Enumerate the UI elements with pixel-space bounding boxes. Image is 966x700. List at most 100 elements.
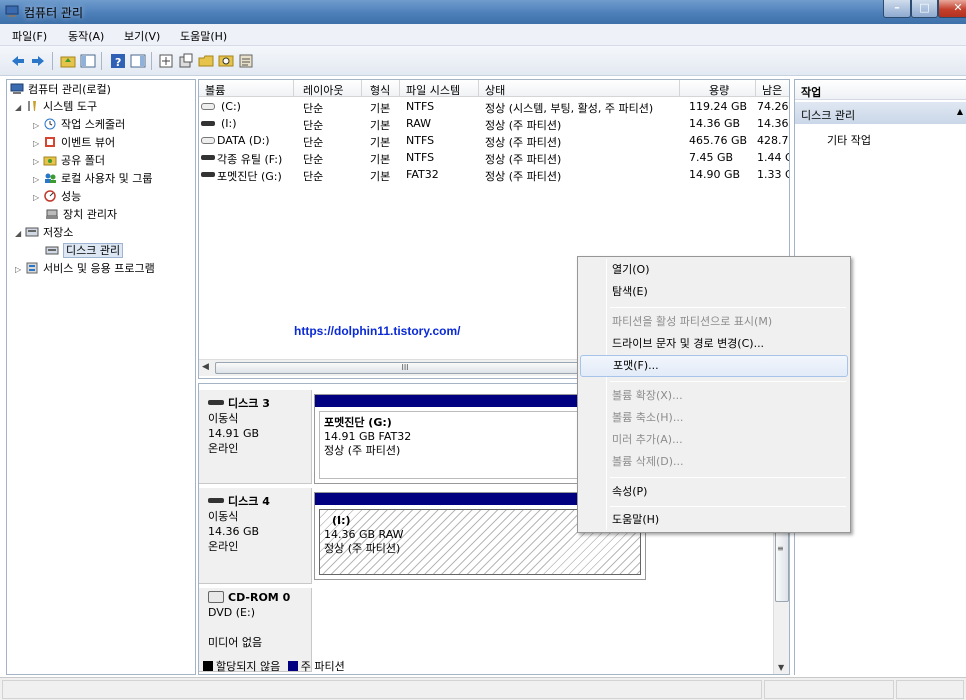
menu-item-extend-volume[interactable]: 볼륨 확장(X)... (580, 385, 848, 407)
cell-type: 기본 (370, 170, 391, 183)
disk-4-label[interactable]: 디스크 4 이동식 14.36 GB 온라인 (199, 488, 312, 584)
close-button[interactable]: ✕ (938, 0, 966, 18)
legend-unallocated-swatch (203, 661, 213, 671)
title-bar: 컴퓨터 관리 – □ ✕ (0, 0, 966, 24)
device-manager-icon (46, 209, 58, 219)
show-hide-action-icon[interactable] (130, 53, 146, 69)
menu-item-help[interactable]: 도움말(H) (580, 509, 848, 531)
legend-primary-label: 주 파티션 (300, 660, 345, 673)
tree-item-storage[interactable]: ◢ 저장소 (15, 224, 73, 241)
column-header-volume[interactable]: 볼륨 (205, 82, 225, 98)
export-icon[interactable] (178, 53, 194, 69)
tree-item-task-scheduler[interactable]: ▷ 작업 스케줄러 (33, 116, 125, 133)
column-header-type[interactable]: 형식 (370, 82, 390, 98)
disk-status: 온라인 (208, 442, 239, 455)
shared-folder-icon (43, 156, 57, 166)
forward-arrow-icon[interactable] (30, 53, 46, 69)
disk-size: 14.36 GB (208, 525, 260, 538)
collapsed-arrow-icon[interactable]: ▷ (33, 189, 43, 206)
collapsed-arrow-icon[interactable]: ▷ (33, 117, 43, 134)
cell-status: 정상 (시스템, 부팅, 활성, 주 파티션) (485, 102, 654, 115)
column-header-free[interactable]: 남은 (762, 82, 782, 98)
users-icon (45, 173, 56, 183)
collapsed-arrow-icon[interactable]: ▷ (33, 135, 43, 152)
status-segment (896, 680, 964, 699)
action-more-actions[interactable]: 기타 작업 (827, 132, 871, 148)
disk-size: 14.91 GB (208, 427, 260, 440)
column-header-capacity[interactable]: 용량 (709, 82, 729, 98)
disk-type: 이동식 (208, 510, 239, 523)
column-header-layout[interactable]: 레이아웃 (303, 82, 343, 98)
tree-item-event-viewer[interactable]: ▷ 이벤트 뷰어 (33, 134, 115, 151)
action-pane-header: 작업 (795, 80, 966, 100)
cell-volume: DATA (D:) (217, 134, 270, 147)
legend-unallocated-label: 할당되지 않음 (216, 660, 281, 673)
menu-item-format[interactable]: 포맷(F)... (580, 355, 848, 377)
removable-disk-icon (208, 400, 224, 405)
volume-state: 정상 (주 파티션) (324, 542, 401, 555)
status-segment (2, 680, 762, 699)
table-row[interactable]: 각종 유틸 (F:) 단순 기본 NTFS 정상 (주 파티션) 7.45 GB… (199, 150, 789, 167)
cell-free: 1.33 G (757, 168, 790, 181)
disk-properties-icon[interactable] (158, 53, 174, 69)
cell-capacity: 465.76 GB (689, 134, 748, 147)
collapsed-arrow-icon[interactable]: ▷ (15, 261, 25, 278)
action-section-disk-management[interactable]: 디스크 관리 ▲ (795, 102, 966, 124)
up-folder-icon[interactable] (60, 53, 76, 69)
menu-item-explore[interactable]: 탐색(E) (580, 281, 848, 303)
menu-item-open[interactable]: 열기(O) (580, 259, 848, 281)
maximize-button[interactable]: □ (911, 0, 938, 18)
tree-item-local-users[interactable]: ▷ 로컬 사용자 및 그룹 (33, 170, 152, 187)
menu-view[interactable]: 보기(V) (124, 28, 160, 44)
back-arrow-icon[interactable] (10, 53, 26, 69)
open-folder-icon[interactable] (198, 53, 214, 69)
cell-file-system: NTFS (406, 151, 435, 164)
drive-icon (201, 103, 215, 110)
expanded-arrow-icon[interactable]: ◢ (15, 99, 25, 116)
disk-type: DVD (E:) (208, 606, 256, 619)
tree-item-disk-management[interactable]: 디스크 관리 (45, 242, 124, 259)
collapsed-arrow-icon[interactable]: ▷ (33, 171, 43, 188)
table-row[interactable]: (I:) 단순 기본 RAW 정상 (주 파티션) 14.36 GB 14.36 (199, 116, 789, 133)
search-icon[interactable] (218, 53, 234, 69)
cell-volume: (C:) (221, 100, 241, 113)
menu-item-delete-volume[interactable]: 볼륨 삭제(D)... (580, 451, 848, 473)
collapse-arrow-icon[interactable]: ▲ (957, 107, 963, 116)
cell-file-system: NTFS (406, 100, 435, 113)
cell-file-system: FAT32 (406, 168, 439, 181)
help-icon[interactable]: ? (110, 53, 126, 69)
column-header-status[interactable]: 상태 (485, 82, 505, 98)
drive-icon (201, 137, 215, 144)
menu-item-properties[interactable]: 속성(P) (580, 481, 848, 503)
tree-item-computer-management[interactable]: 컴퓨터 관리(로컬) (10, 81, 111, 98)
menu-item-add-mirror[interactable]: 미러 추가(A)... (580, 429, 848, 451)
watermark-url: https://dolphin11.tistory.com/ (294, 324, 461, 338)
table-row[interactable]: DATA (D:) 단순 기본 NTFS 정상 (주 파티션) 465.76 G… (199, 133, 789, 150)
scrollbar-thumb[interactable]: III (215, 362, 595, 374)
menu-item-change-drive-letter[interactable]: 드라이브 문자 및 경로 변경(C)... (580, 333, 848, 355)
collapsed-arrow-icon[interactable]: ▷ (33, 153, 43, 170)
menu-item-shrink-volume[interactable]: 볼륨 축소(H)... (580, 407, 848, 429)
tree-item-device-manager[interactable]: 장치 관리자 (45, 206, 117, 223)
column-header-file-system[interactable]: 파일 시스템 (406, 82, 460, 98)
table-row[interactable]: (C:) 단순 기본 NTFS 정상 (시스템, 부팅, 활성, 주 파티션) … (199, 99, 789, 116)
menu-help[interactable]: 도움말(H) (180, 28, 227, 44)
menu-item-mark-active[interactable]: 파티션을 활성 파티션으로 표시(M) (580, 311, 848, 333)
scroll-left-arrow-icon[interactable]: ◀ (202, 362, 209, 372)
event-viewer-icon (45, 137, 55, 147)
tree-item-shared-folders[interactable]: ▷ 공유 폴더 (33, 152, 105, 169)
table-row[interactable]: 포멧진단 (G:) 단순 기본 FAT32 정상 (주 파티션) 14.90 G… (199, 167, 790, 184)
disk-3-label[interactable]: 디스크 3 이동식 14.91 GB 온라인 (199, 390, 312, 484)
scroll-down-arrow-icon[interactable]: ▼ (778, 663, 784, 672)
settings-icon[interactable] (238, 53, 254, 69)
show-hide-tree-icon[interactable] (80, 53, 96, 69)
tree-item-system-tools[interactable]: ◢ 시스템 도구 (15, 98, 97, 115)
menu-file[interactable]: 파일(F) (12, 28, 47, 44)
minimize-button[interactable]: – (883, 0, 911, 18)
removable-drive-icon (201, 172, 215, 177)
expanded-arrow-icon[interactable]: ◢ (15, 225, 25, 242)
menu-action[interactable]: 동작(A) (68, 28, 104, 44)
tree-item-performance[interactable]: ▷ 성능 (33, 188, 81, 205)
cell-free: 14.36 (757, 117, 789, 130)
tree-item-services[interactable]: ▷ 서비스 및 응용 프로그램 (15, 260, 155, 277)
